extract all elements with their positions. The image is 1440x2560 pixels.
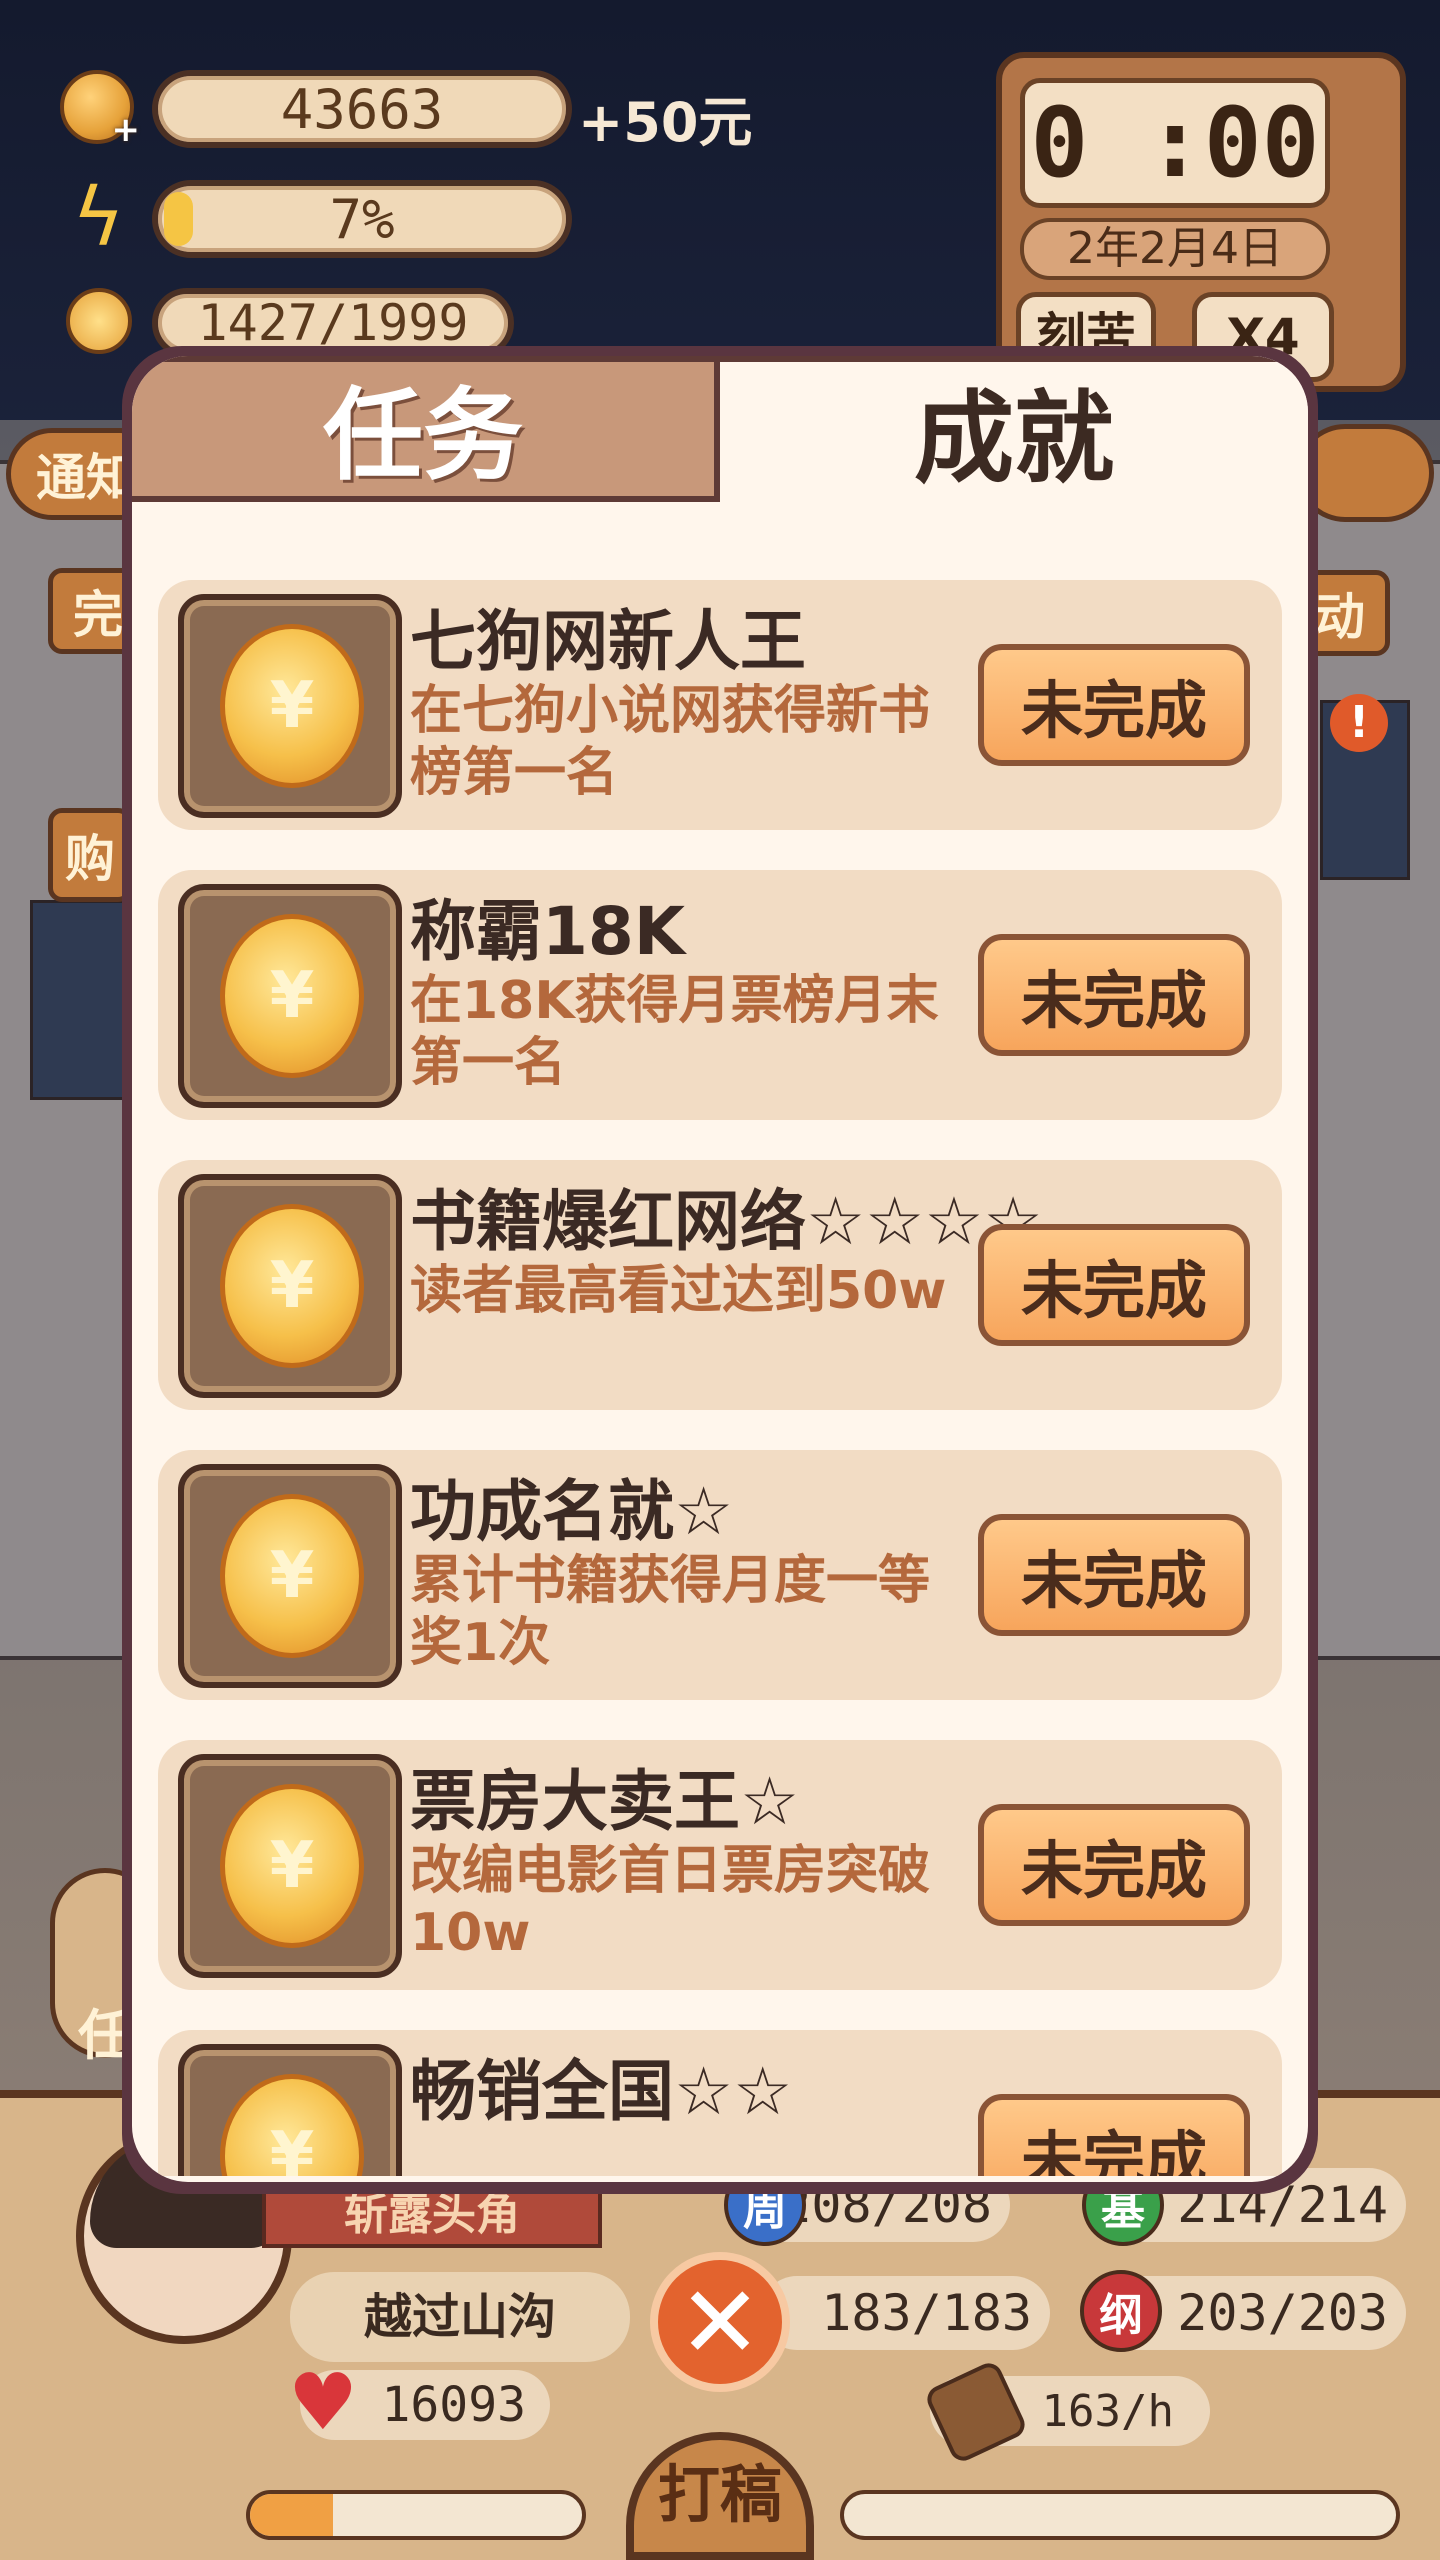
modal-top-border xyxy=(132,356,1308,362)
notice-label: 通知 xyxy=(36,449,136,507)
achievement-modal: 任务 成就 ¥ 七狗网新人王 在七狗小说网获得新书榜第一名 未完成 ¥ 称霸18… xyxy=(132,356,1308,2182)
tab-achievements-label: 成就 xyxy=(914,379,1114,497)
coin-glyph: ¥ xyxy=(269,669,315,743)
coin-icon: ¥ xyxy=(220,1494,364,1658)
stat-writing: 183/183 xyxy=(760,2276,1050,2350)
shop-label: 购 xyxy=(65,830,115,888)
coin-glyph: ¥ xyxy=(269,1249,315,1323)
achievement-list[interactable]: ¥ 七狗网新人王 在七狗小说网获得新书榜第一名 未完成 ¥ 称霸18K 在18K… xyxy=(158,580,1282,2176)
clock-time: 0 :00 xyxy=(1020,78,1330,208)
energy-bar: 7% xyxy=(152,180,572,258)
draft-progress-fill xyxy=(250,2494,333,2536)
coin-badge: ¥ xyxy=(178,884,402,1108)
lightning-icon[interactable]: ϟ xyxy=(72,178,132,258)
coin-glyph: ¥ xyxy=(269,1829,315,1903)
achievement-desc: 累计书籍获得月度一等奖1次 xyxy=(410,1551,931,1673)
coin-icon: ¥ xyxy=(220,624,364,788)
shop-button[interactable]: 购 xyxy=(48,808,132,902)
coin-badge: ¥ xyxy=(178,1754,402,1978)
player-name: 越过山沟 xyxy=(290,2272,630,2362)
stat-outline-icon: 纲 xyxy=(1080,2270,1162,2352)
energy-bar-fill xyxy=(164,192,193,246)
rate-value: 163/h xyxy=(1041,2385,1174,2437)
status-button[interactable]: 未完成 xyxy=(978,934,1250,1056)
complete-label: 完 xyxy=(73,586,123,644)
hearts-value: 16093 xyxy=(381,2377,527,2433)
coin-glyph: ¥ xyxy=(269,1539,315,1613)
achievement-title: 称霸18K xyxy=(410,893,685,970)
coin-glyph: ¥ xyxy=(269,2119,315,2176)
draft-progress-bar xyxy=(246,2490,586,2540)
coins-bonus-label: +50元 xyxy=(578,91,753,154)
status-button[interactable]: 未完成 xyxy=(978,644,1250,766)
coin-badge: ¥ xyxy=(178,1174,402,1398)
coin-icon: ¥ xyxy=(220,1204,364,1368)
status-button[interactable]: 未完成 xyxy=(978,2094,1250,2176)
achievement-title: 书籍爆红网络☆☆☆☆ xyxy=(410,1183,1043,1260)
coin-icon: ¥ xyxy=(220,2074,364,2176)
list-item: ¥ 票房大卖王☆ 改编电影首日票房突破10w 未完成 xyxy=(158,1740,1282,1990)
energy-value: 7% xyxy=(329,187,395,251)
coin-badge: ¥ xyxy=(178,2044,402,2176)
coin-glyph: ¥ xyxy=(269,959,315,1033)
close-button[interactable]: ✕ xyxy=(650,2252,790,2392)
list-item: ¥ 书籍爆红网络☆☆☆☆ 读者最高看过达到50w 未完成 xyxy=(158,1160,1282,1410)
list-item: ¥ 功成名就☆ 累计书籍获得月度一等奖1次 未完成 xyxy=(158,1450,1282,1700)
achievement-title: 票房大卖王☆ xyxy=(410,1763,800,1840)
secondary-progress-bar xyxy=(840,2490,1400,2540)
close-icon: ✕ xyxy=(678,2263,762,2381)
tab-tasks[interactable]: 任务 xyxy=(132,356,720,502)
achievement-title: 七狗网新人王 xyxy=(410,603,806,680)
coin-badge: ¥ xyxy=(178,1464,402,1688)
achievement-desc: 在七狗小说网获得新书榜第一名 xyxy=(410,681,931,803)
achievement-desc: 在18K获得月票榜月末第一名 xyxy=(410,971,939,1093)
tab-achievements[interactable]: 成就 xyxy=(720,356,1308,502)
clock-date: 2年2月4日 xyxy=(1020,218,1330,280)
coins-counter: 43663 xyxy=(152,70,572,148)
tab-tasks-label: 任务 xyxy=(323,376,523,494)
achievement-desc: 读者最高看过达到50w xyxy=(410,1261,947,1321)
achievement-title: 功成名就☆ xyxy=(410,1473,734,1550)
coin-icon: ¥ xyxy=(220,914,364,1078)
list-item: ¥ 称霸18K 在18K获得月票榜月末第一名 未完成 xyxy=(158,870,1282,1120)
inspiration-value: 1427/1999 xyxy=(197,294,469,352)
activity-label: 动 xyxy=(1315,588,1365,646)
stat-outline-value: 203/203 xyxy=(1177,2284,1388,2342)
coin-icon: ¥ xyxy=(220,1784,364,1948)
status-button[interactable]: 未完成 xyxy=(978,1804,1250,1926)
coin-badge: ¥ xyxy=(178,594,402,818)
achievement-title: 畅销全国☆☆ xyxy=(410,2053,793,2130)
alert-badge: ! xyxy=(1330,694,1388,752)
list-item: ¥ 七狗网新人王 在七狗小说网获得新书榜第一名 未完成 xyxy=(158,580,1282,830)
coins-value: 43663 xyxy=(280,77,444,141)
lightbulb-icon[interactable] xyxy=(66,288,132,354)
achievement-desc: 改编电影首日票房突破10w xyxy=(410,1841,931,1963)
status-button[interactable]: 未完成 xyxy=(978,1224,1250,1346)
coin-icon[interactable]: + xyxy=(60,70,140,150)
list-item: ¥ 畅销全国☆☆ 未完成 xyxy=(158,2030,1282,2176)
stat-writing-value: 183/183 xyxy=(821,2284,1032,2342)
heart-icon: ♥ xyxy=(288,2358,358,2448)
status-button[interactable]: 未完成 xyxy=(978,1514,1250,1636)
